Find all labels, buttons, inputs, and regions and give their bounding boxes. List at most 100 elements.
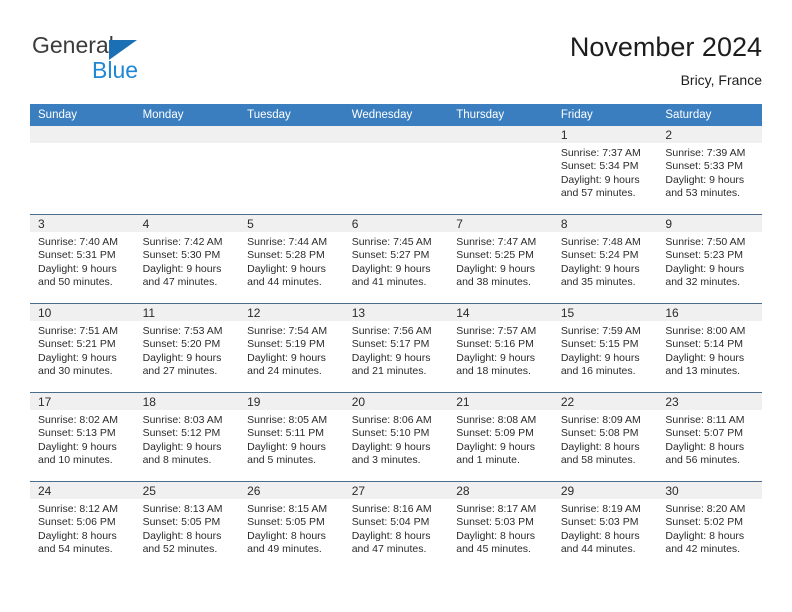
- day-number: 8: [552, 215, 658, 232]
- general-blue-logo[interactable]: General Blue: [30, 32, 250, 92]
- sunrise-text: Sunrise: 8:09 AM: [560, 414, 641, 426]
- calendar-day-cell[interactable]: 25 Sunrise: 8:13 AM Sunset: 5:05 PM Dayl…: [134, 481, 240, 570]
- daylight-text-line2: and 41 minutes.: [351, 276, 427, 289]
- calendar-day-cell[interactable]: 9 Sunrise: 7:50 AM Sunset: 5:23 PM Dayli…: [657, 214, 762, 304]
- daylight-text-line2: and 10 minutes.: [38, 454, 113, 467]
- calendar-day-cell[interactable]: 22 Sunrise: 8:09 AM Sunset: 5:08 PM Dayl…: [552, 392, 658, 482]
- daylight-text-line1: Daylight: 9 hours: [665, 351, 745, 364]
- sunset-text: Sunset: 5:31 PM: [38, 249, 116, 262]
- day-number: 21: [448, 393, 553, 410]
- calendar-day-cell[interactable]: [134, 126, 240, 215]
- sunset-text: Sunset: 5:10 PM: [351, 427, 430, 440]
- calendar-day-cell[interactable]: 4 Sunrise: 7:42 AM Sunset: 5:30 PM Dayli…: [134, 214, 240, 304]
- day-number: 1: [552, 126, 658, 143]
- calendar-day-cell[interactable]: 13 Sunrise: 7:56 AM Sunset: 5:17 PM Dayl…: [343, 303, 449, 393]
- day-number: 3: [30, 215, 135, 232]
- daylight-text-line2: and 8 minutes.: [142, 454, 212, 467]
- calendar-day-cell[interactable]: 17 Sunrise: 8:02 AM Sunset: 5:13 PM Dayl…: [30, 392, 135, 482]
- title-block: November 2024 Bricy, France: [570, 30, 762, 89]
- day-details: Sunrise: 8:00 AM Sunset: 5:14 PM Dayligh…: [657, 321, 762, 379]
- weekday-header-saturday: Saturday: [657, 104, 762, 126]
- calendar-day-cell[interactable]: [343, 126, 449, 215]
- sunrise-text: Sunrise: 7:40 AM: [38, 236, 118, 248]
- calendar-day-cell[interactable]: 7 Sunrise: 7:47 AM Sunset: 5:25 PM Dayli…: [448, 214, 553, 304]
- calendar-day-cell[interactable]: [448, 126, 553, 215]
- sunset-text: Sunset: 5:11 PM: [247, 427, 324, 440]
- sunset-text: Sunset: 5:30 PM: [142, 249, 221, 262]
- calendar-week-row: 10 Sunrise: 7:51 AM Sunset: 5:21 PM Dayl…: [30, 303, 762, 393]
- sunrise-text: Sunrise: 8:16 AM: [351, 503, 432, 515]
- day-number: 12: [239, 304, 344, 321]
- day-details: Sunrise: 8:12 AM Sunset: 5:06 PM Dayligh…: [30, 499, 135, 557]
- calendar-week-row: 24 Sunrise: 8:12 AM Sunset: 5:06 PM Dayl…: [30, 481, 762, 570]
- calendar-day-cell[interactable]: 15 Sunrise: 7:59 AM Sunset: 5:15 PM Dayl…: [552, 303, 658, 393]
- weekday-header-tuesday: Tuesday: [239, 104, 344, 126]
- sunrise-text: Sunrise: 7:54 AM: [247, 325, 328, 337]
- weekday-header-wednesday: Wednesday: [343, 104, 449, 126]
- calendar-day-cell[interactable]: 8 Sunrise: 7:48 AM Sunset: 5:24 PM Dayli…: [552, 214, 658, 304]
- day-details: Sunrise: 8:15 AM Sunset: 5:05 PM Dayligh…: [239, 499, 344, 557]
- weekday-header-sunday: Sunday: [30, 104, 135, 126]
- calendar-day-cell[interactable]: 1 Sunrise: 7:37 AM Sunset: 5:34 PM Dayli…: [552, 126, 658, 215]
- calendar-day-cell[interactable]: 12 Sunrise: 7:54 AM Sunset: 5:19 PM Dayl…: [239, 303, 344, 393]
- calendar-day-cell[interactable]: 26 Sunrise: 8:15 AM Sunset: 5:05 PM Dayl…: [239, 481, 344, 570]
- sunrise-text: Sunrise: 8:13 AM: [142, 503, 223, 515]
- calendar-day-cell[interactable]: 21 Sunrise: 8:08 AM Sunset: 5:09 PM Dayl…: [448, 392, 553, 482]
- sunset-text: Sunset: 5:03 PM: [560, 516, 639, 529]
- sunset-text: Sunset: 5:04 PM: [351, 516, 430, 529]
- sunset-text: Sunset: 5:28 PM: [247, 249, 325, 262]
- daylight-text-line2: and 42 minutes.: [665, 543, 741, 556]
- calendar-day-cell[interactable]: 5 Sunrise: 7:44 AM Sunset: 5:28 PM Dayli…: [239, 214, 344, 304]
- daylight-text-line2: and 18 minutes.: [456, 365, 531, 378]
- calendar-day-cell[interactable]: 30 Sunrise: 8:20 AM Sunset: 5:02 PM Dayl…: [657, 481, 762, 570]
- sunset-text: Sunset: 5:05 PM: [142, 516, 221, 529]
- calendar-day-cell[interactable]: 6 Sunrise: 7:45 AM Sunset: 5:27 PM Dayli…: [343, 214, 449, 304]
- daylight-text-line1: Daylight: 9 hours: [665, 173, 745, 186]
- day-number: 16: [657, 304, 762, 321]
- sunset-text: Sunset: 5:34 PM: [560, 160, 639, 173]
- sunrise-text: Sunrise: 8:03 AM: [142, 414, 223, 426]
- weekday-header-thursday: Thursday: [448, 104, 553, 126]
- day-details: Sunrise: 7:54 AM Sunset: 5:19 PM Dayligh…: [239, 321, 344, 379]
- calendar-day-cell[interactable]: 28 Sunrise: 8:17 AM Sunset: 5:03 PM Dayl…: [448, 481, 553, 570]
- sunrise-text: Sunrise: 7:42 AM: [142, 236, 223, 248]
- calendar-day-cell[interactable]: 10 Sunrise: 7:51 AM Sunset: 5:21 PM Dayl…: [30, 303, 135, 393]
- sunrise-text: Sunrise: 7:39 AM: [665, 147, 746, 159]
- calendar-day-cell[interactable]: 29 Sunrise: 8:19 AM Sunset: 5:03 PM Dayl…: [552, 481, 658, 570]
- location-label: Bricy, France: [680, 72, 762, 88]
- sunrise-text: Sunrise: 7:48 AM: [560, 236, 641, 248]
- calendar-day-cell[interactable]: 3 Sunrise: 7:40 AM Sunset: 5:31 PM Dayli…: [30, 214, 135, 304]
- day-number: 22: [552, 393, 658, 410]
- calendar-day-cell[interactable]: 19 Sunrise: 8:05 AM Sunset: 5:11 PM Dayl…: [239, 392, 344, 482]
- daylight-text-line1: Daylight: 8 hours: [38, 529, 117, 542]
- calendar-day-cell[interactable]: 11 Sunrise: 7:53 AM Sunset: 5:20 PM Dayl…: [134, 303, 240, 393]
- calendar-day-cell[interactable]: [239, 126, 344, 215]
- day-number: 9: [657, 215, 762, 232]
- calendar-day-cell[interactable]: [30, 126, 135, 215]
- day-details: Sunrise: 7:51 AM Sunset: 5:21 PM Dayligh…: [30, 321, 135, 379]
- day-number: [134, 126, 240, 143]
- calendar-day-cell[interactable]: 23 Sunrise: 8:11 AM Sunset: 5:07 PM Dayl…: [657, 392, 762, 482]
- daylight-text-line1: Daylight: 9 hours: [247, 440, 326, 453]
- daylight-text-line2: and 24 minutes.: [247, 365, 322, 378]
- calendar-day-cell[interactable]: 24 Sunrise: 8:12 AM Sunset: 5:06 PM Dayl…: [30, 481, 135, 570]
- day-details: Sunrise: 7:50 AM Sunset: 5:23 PM Dayligh…: [657, 232, 762, 290]
- day-details: Sunrise: 8:02 AM Sunset: 5:13 PM Dayligh…: [30, 410, 135, 468]
- daylight-text-line1: Daylight: 9 hours: [560, 173, 640, 186]
- daylight-text-line2: and 49 minutes.: [247, 543, 322, 556]
- daylight-text-line1: Daylight: 8 hours: [665, 440, 745, 453]
- page-header: General Blue November 2024 Bricy, France: [30, 30, 762, 98]
- calendar-body: 1 Sunrise: 7:37 AM Sunset: 5:34 PM Dayli…: [30, 126, 762, 570]
- daylight-text-line2: and 1 minute.: [456, 454, 520, 467]
- sunrise-text: Sunrise: 8:17 AM: [456, 503, 537, 515]
- daylight-text-line1: Daylight: 8 hours: [142, 529, 222, 542]
- calendar-day-cell[interactable]: 20 Sunrise: 8:06 AM Sunset: 5:10 PM Dayl…: [343, 392, 449, 482]
- daylight-text-line1: Daylight: 8 hours: [560, 440, 640, 453]
- calendar-day-cell[interactable]: 27 Sunrise: 8:16 AM Sunset: 5:04 PM Dayl…: [343, 481, 449, 570]
- daylight-text-line2: and 13 minutes.: [665, 365, 741, 378]
- calendar-day-cell[interactable]: 16 Sunrise: 8:00 AM Sunset: 5:14 PM Dayl…: [657, 303, 762, 393]
- calendar-day-cell[interactable]: 18 Sunrise: 8:03 AM Sunset: 5:12 PM Dayl…: [134, 392, 240, 482]
- calendar-day-cell[interactable]: 2 Sunrise: 7:39 AM Sunset: 5:33 PM Dayli…: [657, 126, 762, 215]
- calendar-day-cell[interactable]: 14 Sunrise: 7:57 AM Sunset: 5:16 PM Dayl…: [448, 303, 553, 393]
- day-number: 4: [134, 215, 240, 232]
